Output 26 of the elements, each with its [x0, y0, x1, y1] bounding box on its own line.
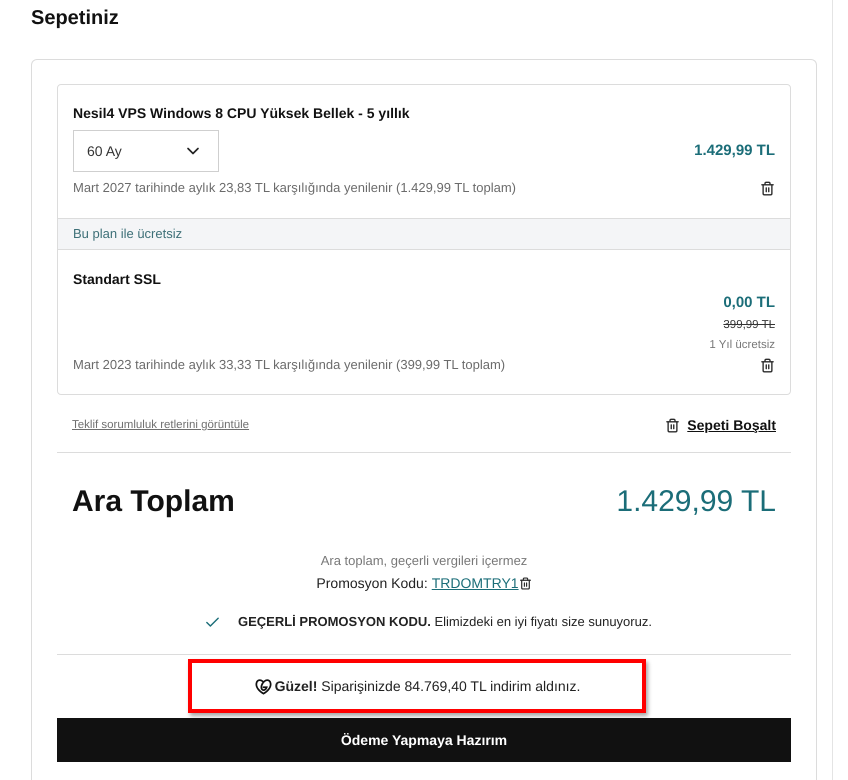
renewal-note: Mart 2027 tarihinde aylık 23,83 TL karşılığında yenilenir (1.429,99 TL toplam) — [73, 179, 516, 197]
savings-message: Güzel! Siparişinizde 84.769,40 TL indirim aldınız. — [274, 677, 580, 696]
tax-note: Ara toplam, geçerli vergileri içermez — [320, 552, 528, 570]
trash-icon[interactable] — [518, 576, 532, 590]
promo-code-label: Promosyon Kodu: — [316, 574, 428, 593]
promo-code-link[interactable]: TRDOMTRY1 — [432, 573, 519, 593]
subtotal-amount: 1.429,99 TL — [616, 484, 776, 520]
renewal-note: Mart 2023 tarihinde aylık 33,33 TL karşılığında yenilenir (399,99 TL toplam) — [73, 356, 506, 374]
term-select[interactable]: 60 Ay — [73, 130, 219, 172]
section-header: Bu plan ile ücretsiz — [58, 218, 790, 250]
original-price: 399,99 TL — [723, 318, 775, 333]
trash-icon[interactable] — [760, 358, 775, 372]
product-title: Standart SSL — [73, 270, 162, 289]
trash-icon[interactable] — [665, 418, 680, 432]
item-price: 1.429,99 TL — [694, 141, 775, 161]
disclaimers-link[interactable]: Teklif sorumluluk retlerini görüntüle — [72, 417, 250, 433]
product-title: Nesil4 VPS Windows 8 CPU Yüksek Bellek - 5 yıllık — [73, 104, 411, 123]
free-period-note: 1 Yıl ücretsiz — [709, 338, 775, 353]
page-title: Sepetiniz — [31, 7, 119, 29]
checkout-button[interactable]: Ödeme Yapmaya Hazırım — [57, 718, 791, 762]
trash-icon[interactable] — [760, 180, 775, 196]
item-price: 0,00 TL — [723, 293, 775, 313]
logo-icon — [254, 676, 273, 696]
subtotal-label: Ara Toplam — [72, 484, 235, 520]
empty-cart-button[interactable]: Sepeti Boşalt — [665, 415, 776, 435]
promo-status-message: GEÇERLİ PROMOSYON KODU. Elimizdeki en iyi fiyatı size sunuyoruz. — [238, 613, 652, 631]
